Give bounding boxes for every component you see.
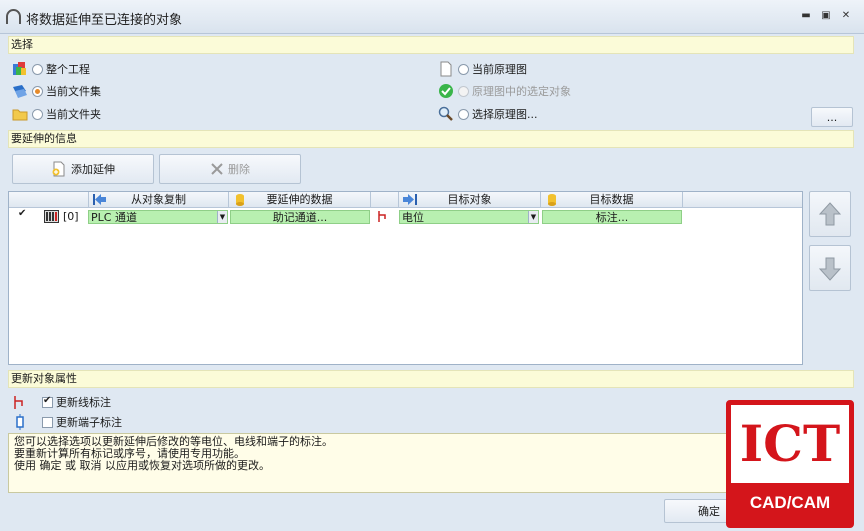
delete-icon xyxy=(210,161,224,177)
ict-cadcam-logo: ICT CAD/CAM xyxy=(726,400,854,528)
add-document-icon xyxy=(51,161,67,177)
database-icon xyxy=(548,194,556,206)
option-current-folder[interactable]: 当前文件夹 xyxy=(12,105,101,123)
extension-grid[interactable]: 从对象复制 要延伸的数据 目标对象 目标数据 [0] PLC 通道 ▼ 助记通道… xyxy=(8,191,803,365)
selection-header: 选择 xyxy=(8,36,854,54)
arrow-up-icon xyxy=(819,202,841,226)
radio-select-schematic[interactable] xyxy=(458,108,469,120)
column-target-data[interactable]: 目标数据 xyxy=(541,192,683,208)
radio-current-fileset[interactable] xyxy=(32,85,43,97)
plc-icon xyxy=(44,210,60,224)
maximize-button[interactable]: ▣ xyxy=(820,11,832,22)
option-label: 当前文件夹 xyxy=(46,108,101,121)
arrow-down-icon xyxy=(819,257,841,281)
option-label: 更新线标注 xyxy=(56,396,111,409)
chevron-down-icon[interactable]: ▼ xyxy=(528,211,538,223)
potential-icon xyxy=(377,210,391,224)
source-dropdown[interactable]: PLC 通道 ▼ xyxy=(88,210,228,224)
extend-info-header: 要延伸的信息 xyxy=(8,130,854,148)
target-dropdown[interactable]: 电位 ▼ xyxy=(399,210,539,224)
move-up-button[interactable] xyxy=(809,191,851,237)
option-whole-project[interactable]: 整个工程 xyxy=(12,60,90,78)
chevron-down-icon[interactable]: ▼ xyxy=(217,211,227,223)
column-data[interactable]: 要延伸的数据 xyxy=(229,192,371,208)
delete-button[interactable]: 删除 xyxy=(159,154,301,184)
radio-whole-project[interactable] xyxy=(32,63,43,75)
logo-bottom-text: CAD/CAM xyxy=(731,483,849,523)
option-label: 更新端子标注 xyxy=(56,416,122,429)
fileset-icon xyxy=(12,83,28,99)
browse-button[interactable]: ... xyxy=(811,107,853,127)
column-source[interactable]: 从对象复制 xyxy=(89,192,229,208)
option-label: 选择原理图... xyxy=(472,108,538,121)
data-cell[interactable]: 助记通道... xyxy=(230,210,370,224)
row-index: [0] xyxy=(63,210,79,223)
target-data-cell[interactable]: 标注... xyxy=(542,210,682,224)
app-icon xyxy=(6,9,21,24)
title-bar: 将数据延伸至已连接的对象 ▬ ▣ ✕ xyxy=(0,0,864,34)
option-label: 原理图中的选定对象 xyxy=(472,85,571,98)
window-title: 将数据延伸至已连接的对象 xyxy=(26,13,183,28)
radio-current-schematic[interactable] xyxy=(458,63,469,75)
add-extension-label: 添加延伸 xyxy=(71,163,115,176)
check-circle-icon xyxy=(438,83,454,99)
option-selected-objects: 原理图中的选定对象 xyxy=(438,82,571,100)
column-target[interactable]: 目标对象 xyxy=(399,192,541,208)
option-label: 当前原理图 xyxy=(472,63,527,76)
add-extension-button[interactable]: 添加延伸 xyxy=(12,154,154,184)
row-checkbox[interactable] xyxy=(18,207,30,224)
radio-selected-objects xyxy=(458,85,469,97)
description-line: 使用 确定 或 取消 以应用或恢复对选项所做的更改。 xyxy=(14,459,270,472)
option-update-terminal-label[interactable]: 更新端子标注 xyxy=(12,413,122,431)
logo-top-text: ICT xyxy=(739,414,841,473)
terminal-icon xyxy=(12,414,28,430)
checkbox-update-wire-label[interactable] xyxy=(42,395,53,408)
minimize-button[interactable]: ▬ xyxy=(800,11,812,22)
folder-icon xyxy=(12,106,28,122)
option-current-fileset[interactable]: 当前文件集 xyxy=(12,82,101,100)
update-props-header: 更新对象属性 xyxy=(8,370,854,388)
option-update-wire-label[interactable]: 更新线标注 xyxy=(12,393,111,411)
radio-current-folder[interactable] xyxy=(32,108,43,120)
option-current-schematic[interactable]: 当前原理图 xyxy=(438,60,527,78)
grid-header: 从对象复制 要延伸的数据 目标对象 目标数据 xyxy=(9,192,802,208)
wire-icon xyxy=(12,394,28,410)
magnifier-icon xyxy=(438,106,454,122)
arrow-left-icon xyxy=(93,194,106,205)
option-label: 当前文件集 xyxy=(46,85,101,98)
project-icon xyxy=(12,61,28,77)
arrow-right-icon xyxy=(403,194,417,205)
database-icon xyxy=(236,194,244,206)
option-select-schematic[interactable]: 选择原理图... xyxy=(438,105,538,123)
option-label: 整个工程 xyxy=(46,63,90,76)
checkbox-update-terminal-label[interactable] xyxy=(42,416,53,428)
close-button[interactable]: ✕ xyxy=(840,11,852,22)
page-icon xyxy=(438,61,454,77)
delete-label: 删除 xyxy=(228,163,250,176)
move-down-button[interactable] xyxy=(809,245,851,291)
